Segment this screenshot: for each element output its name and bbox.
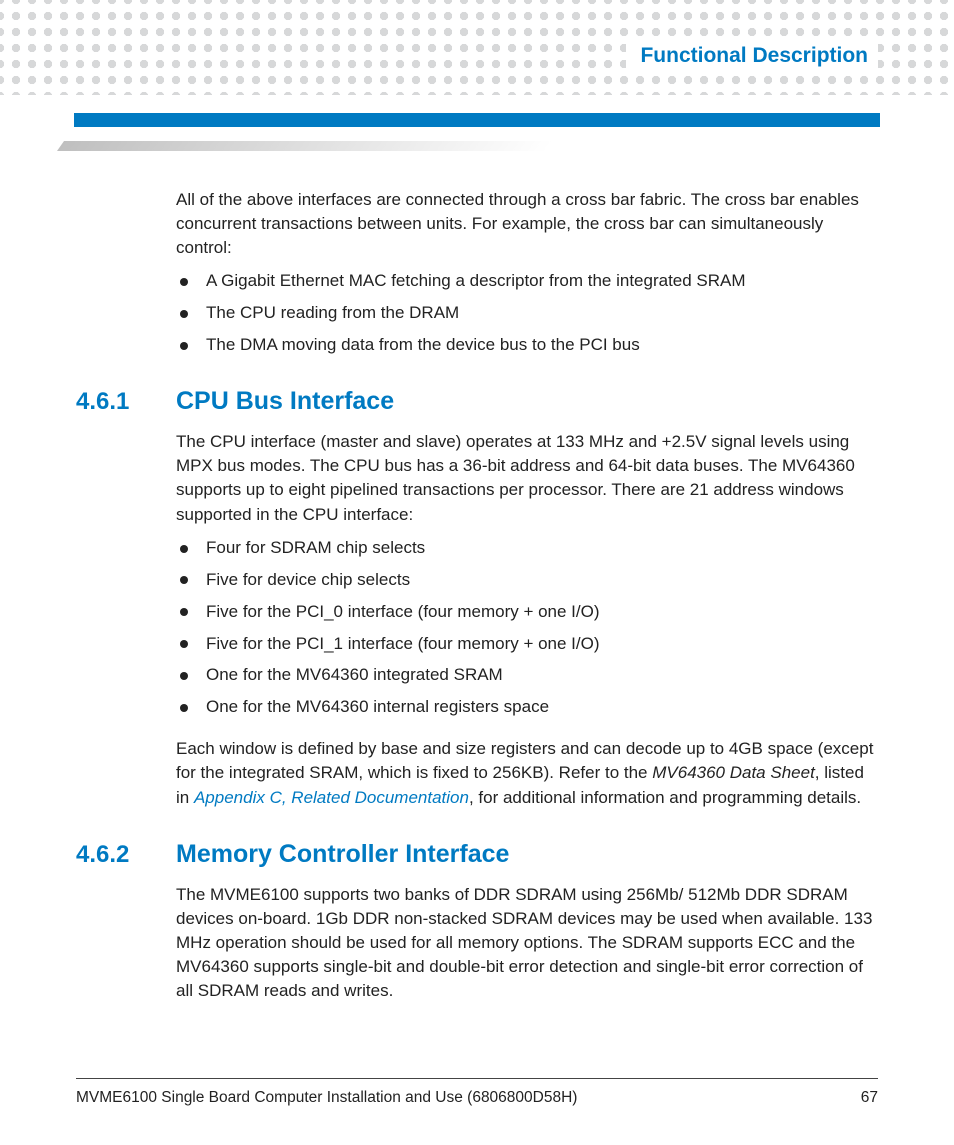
text: , for additional information and program… [469,788,861,807]
cross-reference-link[interactable]: Appendix C, Related Documentation [194,788,469,807]
reference-title: MV64360 Data Sheet [652,763,815,782]
page-number: 67 [861,1089,878,1107]
section-title: Memory Controller Interface [176,840,509,869]
list-item: The DMA moving data from the device bus … [176,334,878,357]
intro-bullet-list: A Gigabit Ethernet MAC fetching a descri… [176,270,878,357]
page-body: All of the above interfaces are connecte… [176,188,878,1013]
list-item: Five for device chip selects [176,569,878,592]
section-number: 4.6.1 [76,388,176,416]
section-462-para: The MVME6100 supports two banks of DDR S… [176,883,878,1004]
section-461-para2: Each window is defined by base and size … [176,737,878,809]
list-item: A Gigabit Ethernet MAC fetching a descri… [176,270,878,293]
section-461-bullets: Four for SDRAM chip selects Five for dev… [176,537,878,720]
list-item: One for the MV64360 internal registers s… [176,696,878,719]
list-item: Four for SDRAM chip selects [176,537,878,560]
chapter-title: Functional Description [626,40,878,72]
intro-paragraph: All of the above interfaces are connecte… [176,188,878,260]
footer-rule [76,1078,878,1079]
footer-doc-title: MVME6100 Single Board Computer Installat… [76,1089,577,1107]
header-rule-blue [74,113,880,127]
section-heading-461: 4.6.1 CPU Bus Interface [76,387,878,416]
list-item: The CPU reading from the DRAM [176,302,878,325]
section-461-para1: The CPU interface (master and slave) ope… [176,430,878,527]
list-item: Five for the PCI_1 interface (four memor… [176,633,878,656]
list-item: Five for the PCI_0 interface (four memor… [176,601,878,624]
section-number: 4.6.2 [76,841,176,869]
list-item: One for the MV64360 integrated SRAM [176,664,878,687]
page-footer: MVME6100 Single Board Computer Installat… [76,1078,878,1107]
header-rule-gradient [57,141,880,151]
section-heading-462: 4.6.2 Memory Controller Interface [76,840,878,869]
section-title: CPU Bus Interface [176,387,394,416]
